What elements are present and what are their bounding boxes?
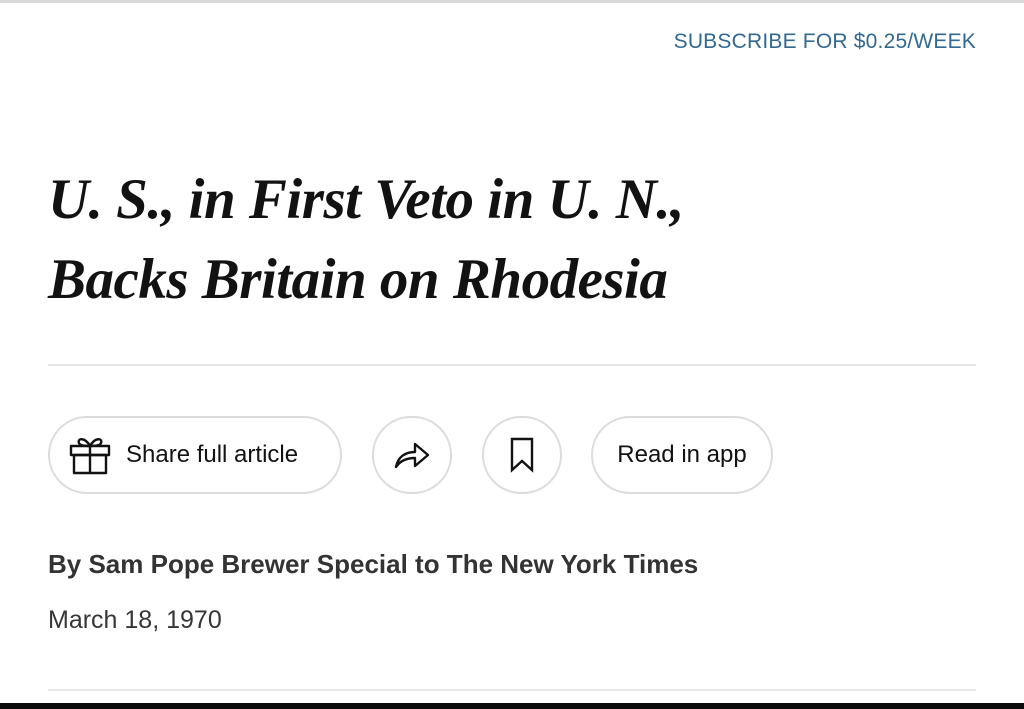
bottom-edge	[0, 703, 1024, 709]
headline-line-2: Backs Britain on Rhodesia	[48, 248, 668, 311]
read-in-app-button[interactable]: Read in app	[591, 416, 773, 494]
gift-icon	[68, 435, 112, 475]
save-button[interactable]	[482, 416, 562, 494]
read-in-app-label: Read in app	[617, 441, 747, 468]
byline: By Sam Pope Brewer Special to The New Yo…	[48, 549, 699, 579]
divider-top	[48, 364, 976, 366]
share-button[interactable]	[372, 416, 452, 494]
headline-line-1: U. S., in First Veto in U. N.,	[48, 168, 684, 231]
share-arrow-icon	[393, 440, 431, 470]
share-full-article-label: Share full article	[126, 441, 299, 468]
bookmark-icon	[509, 437, 535, 473]
share-full-article-button[interactable]: Share full article	[48, 416, 342, 494]
publish-date: March 18, 1970	[48, 606, 222, 634]
article-headline: U. S., in First Veto in U. N., Backs Bri…	[48, 160, 948, 320]
divider-bottom	[48, 689, 976, 691]
top-border	[0, 0, 1024, 3]
subscribe-link[interactable]: SUBSCRIBE FOR $0.25/WEEK	[620, 30, 976, 54]
